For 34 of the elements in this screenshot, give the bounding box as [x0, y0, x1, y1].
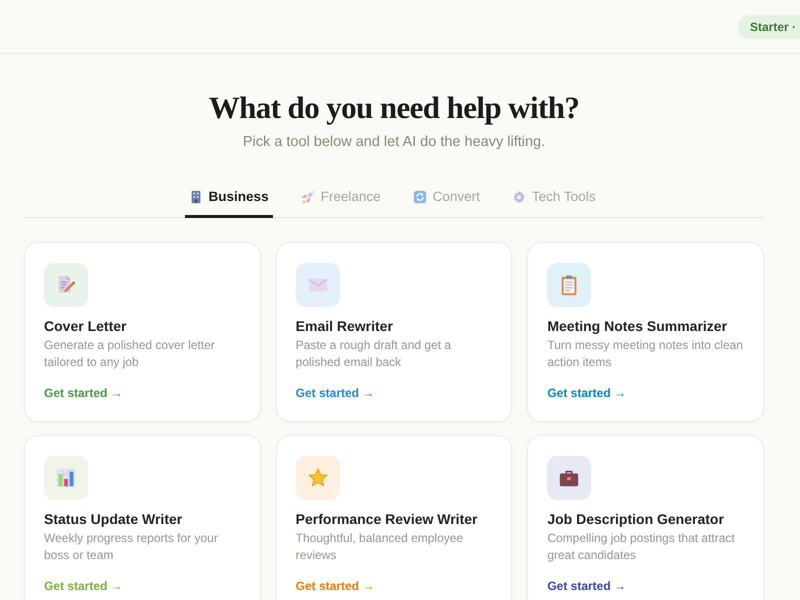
card-description: Compelling job postings that attract great candidates — [547, 530, 736, 564]
plan-badge: Starter · — [738, 14, 800, 38]
card-description: Weekly progress reports for your boss or team — [44, 530, 219, 564]
card-title: Cover Letter — [44, 317, 126, 336]
card-title: Email Rewriter — [296, 317, 393, 336]
card-title: Meeting Notes Summarizer — [547, 317, 728, 336]
card-title: Performance Review Writer — [296, 510, 478, 529]
tool-card[interactable]: Status Update Writer Weekly progress reports for your boss or team Get started → — [24, 435, 261, 600]
get-started-link[interactable]: Get started → — [547, 384, 626, 402]
card-description: Generate a polished cover letter tailored to any job — [44, 337, 216, 371]
building-icon — [188, 190, 203, 204]
page-subtitle: Pick a tool below and let AI do the heavy lifting. — [242, 133, 546, 152]
get-started-link[interactable]: Get started → — [296, 384, 374, 402]
page-title: What do you need help with? — [208, 89, 580, 127]
card-title: Job Description Generator — [547, 510, 724, 529]
rocket-icon — [300, 190, 315, 204]
refresh-icon — [412, 190, 427, 204]
envelope-icon — [296, 263, 340, 307]
card-description: Thoughtful, balanced employee reviews — [296, 530, 464, 564]
card-title: Status Update Writer — [44, 510, 182, 529]
document-pencil-icon — [44, 263, 88, 307]
clipboard-icon — [547, 263, 592, 307]
tool-card[interactable]: Meeting Notes Summarizer Turn messy meeting notes into clean action items Get started → — [527, 242, 764, 422]
card-description: Paste a rough draft and get a polished email back — [296, 337, 452, 371]
gear-icon — [512, 190, 526, 204]
briefcase-icon — [547, 456, 592, 500]
tool-card[interactable]: Email Rewriter Paste a rough draft and get a polished email back Get started → — [276, 242, 512, 422]
bar-chart-icon — [44, 456, 88, 500]
tool-card[interactable]: Performance Review Writer Thoughtful, balanced employee reviews Get started → — [276, 435, 512, 600]
card-description: Turn messy meeting notes into clean action items — [547, 337, 744, 371]
get-started-link[interactable]: Get started → — [547, 577, 626, 595]
tool-card[interactable]: Cover Letter Generate a polished cover letter tailored to any job Get started → — [24, 242, 261, 422]
category-tab[interactable]: Business — [184, 178, 273, 218]
tool-card[interactable]: Job Description Generator Compelling job postings that attract great candidates Get started → — [527, 435, 764, 600]
